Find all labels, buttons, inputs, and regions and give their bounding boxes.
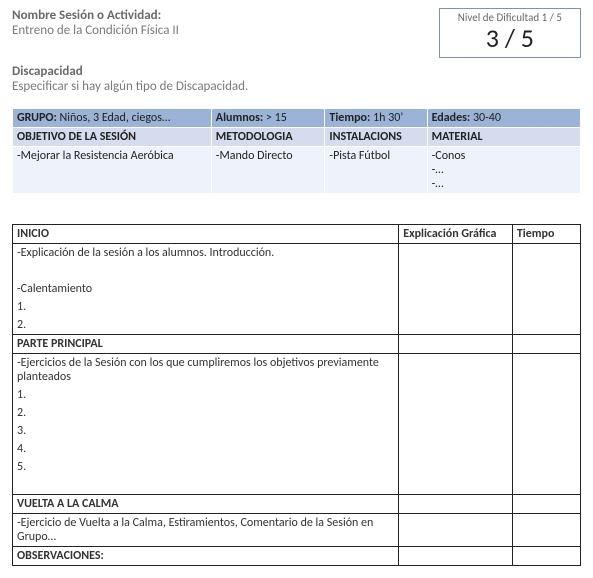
grupo-value: Niños, 3 Edad, ciegos… bbox=[57, 111, 170, 125]
instalaciones-label: INSTALACIONS bbox=[325, 127, 427, 146]
inicio-line-1: -Explicación de la sesión a los alumnos.… bbox=[13, 243, 399, 262]
objetivo-body: -Mejorar la Resistencia Aeróbica bbox=[13, 146, 212, 193]
inicio-num-1: 1. bbox=[13, 298, 399, 316]
disability-label: Discapacidad bbox=[12, 64, 581, 79]
tiempo-cell: Tiempo: 1h 30’ bbox=[325, 108, 427, 127]
material-line-1: -Conos bbox=[432, 149, 576, 163]
instalaciones-text: -Pista Fútbol bbox=[329, 149, 422, 163]
session-title-value: Entreno de la Condición Física II bbox=[12, 23, 427, 38]
inicio-line-2: -Calentamiento bbox=[13, 280, 399, 298]
metodologia-label: METODOLOGIA bbox=[211, 127, 325, 146]
alumnos-label: Alumnos: bbox=[216, 111, 263, 125]
difficulty-box: Nivel de Dificultad 1 / 5 3 / 5 bbox=[439, 8, 581, 58]
grupo-cell: GRUPO: Niños, 3 Edad, ciegos… bbox=[13, 108, 212, 127]
session-title-label: Nombre Sesión o Actividad: bbox=[12, 8, 427, 23]
principal-num-4: 4. bbox=[13, 440, 399, 458]
principal-num-1: 1. bbox=[13, 386, 399, 404]
metodologia-text: -Mando Directo bbox=[216, 149, 321, 163]
alumnos-value: > 15 bbox=[263, 111, 287, 125]
instalaciones-body: -Pista Fútbol bbox=[325, 146, 427, 193]
col-explicacion-header: Explicación Gráfica bbox=[399, 224, 513, 243]
col-tiempo-header: Tiempo bbox=[512, 224, 580, 243]
edades-value: 30-40 bbox=[470, 111, 501, 125]
inicio-num-2: 2. bbox=[13, 316, 399, 335]
disability-block: Discapacidad Especificar si hay algún ti… bbox=[12, 64, 581, 94]
edades-label: Edades: bbox=[432, 111, 471, 125]
alumnos-cell: Alumnos: > 15 bbox=[211, 108, 325, 127]
metodologia-body: -Mando Directo bbox=[211, 146, 325, 193]
objetivo-text: -Mejorar la Resistencia Aeróbica bbox=[17, 149, 207, 163]
plan-table: INICIO Explicación Gráfica Tiempo -Expli… bbox=[12, 224, 581, 566]
calma-line-1: -Ejercicio de Vuelta a la Calma, Estiram… bbox=[13, 513, 399, 546]
tiempo-cell bbox=[512, 243, 580, 262]
tiempo-label: Tiempo: bbox=[329, 111, 370, 125]
principal-num-3: 3. bbox=[13, 422, 399, 440]
calma-header: VUELTA A LA CALMA bbox=[13, 494, 399, 513]
header-row: Nombre Sesión o Actividad: Entreno de la… bbox=[12, 8, 581, 58]
principal-blank bbox=[13, 476, 399, 495]
principal-num-5: 5. bbox=[13, 458, 399, 476]
session-title-block: Nombre Sesión o Actividad: Entreno de la… bbox=[12, 8, 427, 38]
obs-header: OBSERVACIONES: bbox=[13, 546, 399, 565]
info-table: GRUPO: Niños, 3 Edad, ciegos… Alumnos: >… bbox=[12, 108, 581, 194]
material-line-3: -… bbox=[432, 177, 576, 191]
objetivo-label: OBJETIVO DE LA SESIÓN bbox=[13, 127, 212, 146]
inicio-blank bbox=[13, 262, 399, 280]
principal-num-2: 2. bbox=[13, 404, 399, 422]
inicio-header: INICIO bbox=[13, 224, 399, 243]
difficulty-value: 3 / 5 bbox=[458, 24, 562, 53]
explic-cell bbox=[399, 243, 513, 262]
tiempo-value: 1h 30’ bbox=[370, 111, 403, 125]
principal-header: PARTE PRINCIPAL bbox=[13, 334, 399, 353]
material-line-2: -… bbox=[432, 163, 576, 177]
grupo-label: GRUPO: bbox=[17, 111, 57, 125]
edades-cell: Edades: 30-40 bbox=[427, 108, 580, 127]
material-body: -Conos -… -… bbox=[427, 146, 580, 193]
disability-value: Especificar si hay algún tipo de Discapa… bbox=[12, 79, 581, 94]
material-label: MATERIAL bbox=[427, 127, 580, 146]
principal-line-1: -Ejercicios de la Sesión con los que cum… bbox=[13, 353, 399, 386]
